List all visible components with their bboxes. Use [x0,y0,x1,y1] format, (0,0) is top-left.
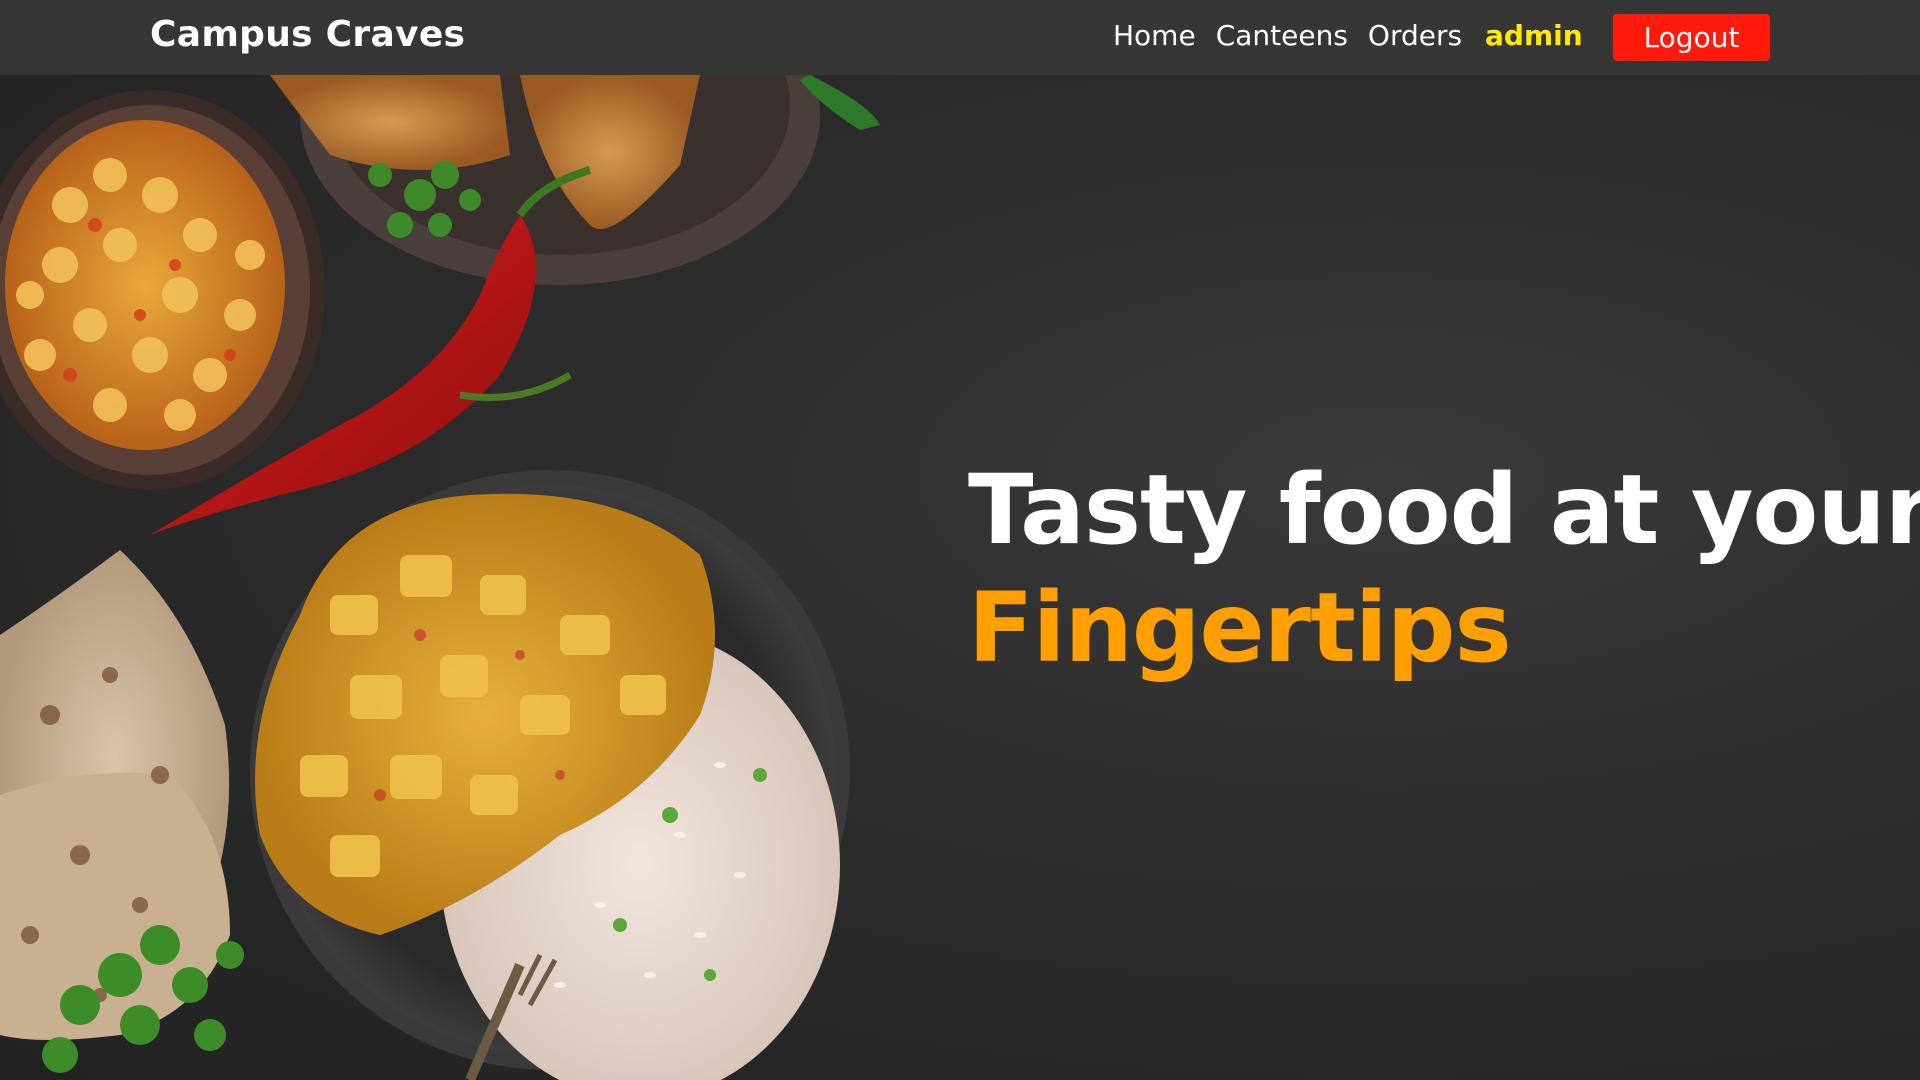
hero-title: Tasty food at your [968,454,1920,566]
landing-page: Campus Craves Home Canteens Orders admin… [0,0,1920,1080]
hero-food-image [0,75,880,1080]
nav-link-home[interactable]: Home [1113,19,1196,52]
brand-logo[interactable]: Campus Craves [150,14,465,55]
navbar: Campus Craves Home Canteens Orders admin… [0,0,1920,75]
nav-link-orders[interactable]: Orders [1368,19,1462,52]
nav-links: Home Canteens Orders [1113,19,1462,52]
logout-button[interactable]: Logout [1613,14,1770,61]
hero-title-highlight: Fingertips [968,572,1512,685]
hero-section: Tasty food at your Fingertips [968,454,1920,685]
current-user-label: admin [1485,19,1583,52]
nav-link-canteens[interactable]: Canteens [1216,19,1348,52]
